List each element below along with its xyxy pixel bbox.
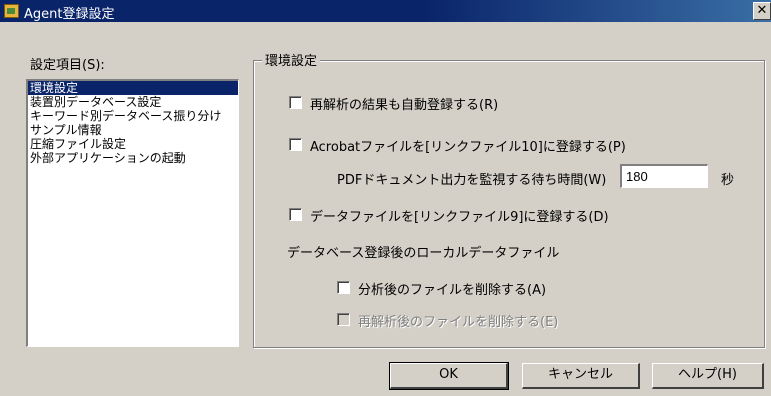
pdf-wait-label: PDFドキュメント出力を監視する待ち時間(W) bbox=[337, 173, 607, 188]
data-link9-label[interactable]: データファイルを[リンクファイル9]に登録する(D) bbox=[310, 206, 609, 225]
list-item-sample-info[interactable]: サンプル情報 bbox=[28, 123, 238, 137]
delete-after-reanalysis-checkbox bbox=[337, 313, 350, 326]
app-icon bbox=[4, 4, 19, 18]
delete-after-analysis-label[interactable]: 分析後のファイルを削除する(A) bbox=[358, 279, 546, 298]
title-bar: Agent登録設定 ✕ bbox=[0, 0, 771, 22]
pdf-wait-unit: 秒 bbox=[721, 173, 735, 188]
settings-items-label: 設定項目(S): bbox=[30, 58, 105, 73]
acrobat-link10-checkbox[interactable] bbox=[289, 138, 302, 151]
reanalysis-register-checkbox[interactable] bbox=[289, 96, 302, 109]
window-title: Agent登録設定 bbox=[24, 7, 115, 22]
group-title: 環境設定 bbox=[262, 50, 321, 69]
reanalysis-register-label[interactable]: 再解析の結果も自動登録する(R) bbox=[310, 94, 498, 113]
ok-button[interactable]: OK bbox=[389, 362, 509, 390]
list-item-device-database[interactable]: 装置別データベース設定 bbox=[28, 95, 238, 109]
cancel-button[interactable]: キャンセル bbox=[522, 363, 640, 389]
data-link9-checkbox[interactable] bbox=[289, 208, 302, 221]
pdf-wait-input[interactable] bbox=[620, 164, 708, 188]
list-item-environment[interactable]: 環境設定 bbox=[28, 81, 238, 95]
local-data-section-label: データベース登録後のローカルデータファイル bbox=[287, 246, 560, 261]
help-button[interactable]: ヘルプ(H) bbox=[652, 363, 764, 389]
close-icon: ✕ bbox=[756, 3, 768, 18]
close-button[interactable]: ✕ bbox=[753, 2, 771, 20]
acrobat-link10-label[interactable]: Acrobatファイルを[リンクファイル10]に登録する(P) bbox=[310, 136, 626, 155]
list-item-keyword-database[interactable]: キーワード別データベース振り分け bbox=[28, 109, 238, 123]
settings-items-list[interactable]: 環境設定 装置別データベース設定 キーワード別データベース振り分け サンプル情報… bbox=[26, 79, 239, 347]
list-item-external-app[interactable]: 外部アプリケーションの起動 bbox=[28, 151, 238, 165]
delete-after-analysis-checkbox[interactable] bbox=[337, 281, 350, 294]
delete-after-reanalysis-label: 再解析後のファイルを削除する(E) bbox=[358, 315, 559, 330]
list-item-compression[interactable]: 圧縮ファイル設定 bbox=[28, 137, 238, 151]
